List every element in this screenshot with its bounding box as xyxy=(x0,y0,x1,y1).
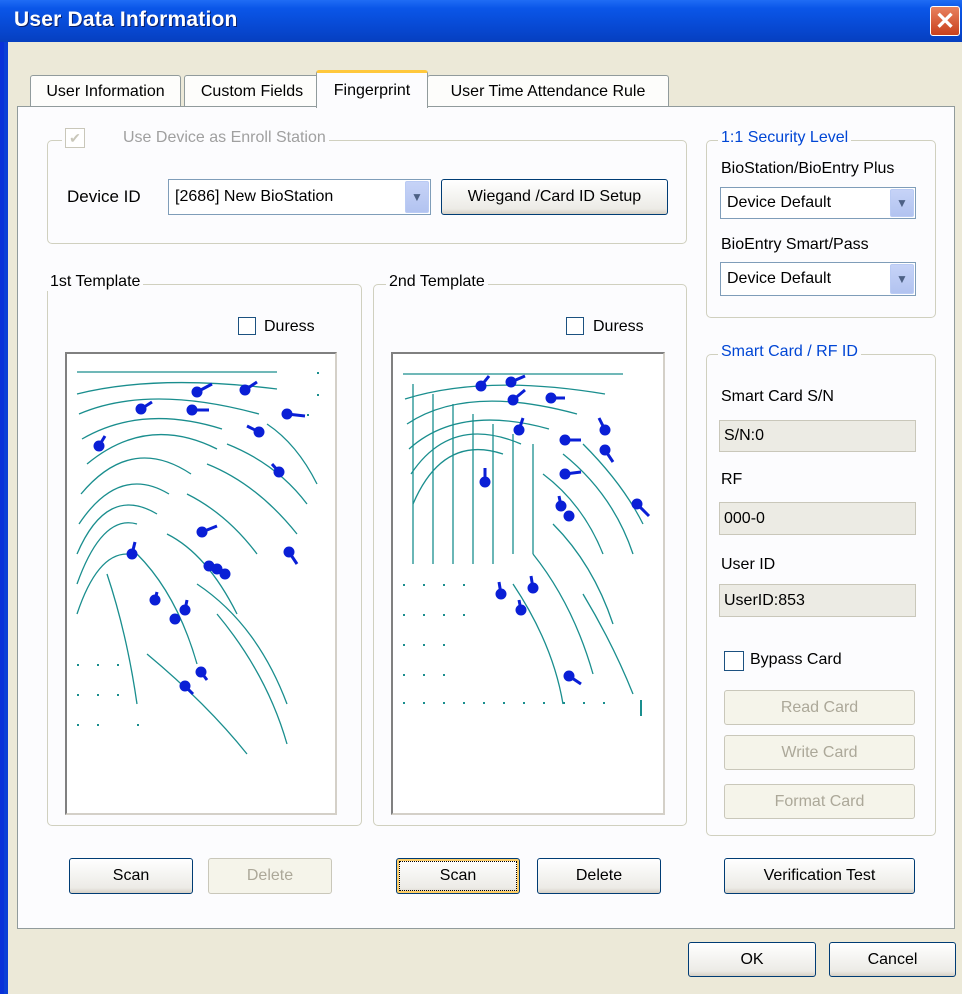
template1-delete-button[interactable]: Delete xyxy=(208,858,332,894)
bioentry-label: BioEntry Smart/Pass xyxy=(721,236,869,253)
template1-legend: 1st Template xyxy=(47,273,144,291)
device-id-select[interactable]: [2686] New BioStation ▼ xyxy=(168,179,431,215)
window-title: User Data Information xyxy=(14,8,238,31)
user-id-field[interactable]: UserID:853 xyxy=(719,584,916,617)
tab-label: Fingerprint xyxy=(333,81,411,99)
write-card-button[interactable]: Write Card xyxy=(724,735,915,770)
close-icon: ✕ xyxy=(934,7,956,35)
template2-fingerprint-image xyxy=(391,352,665,815)
tab-label: Custom Fields xyxy=(200,82,304,100)
template1-scan-button[interactable]: Scan xyxy=(69,858,193,894)
template1-duress-checkbox[interactable] xyxy=(238,317,256,335)
verification-test-button[interactable]: Verification Test xyxy=(724,858,915,894)
chevron-down-icon[interactable]: ▼ xyxy=(890,264,914,294)
read-card-button[interactable]: Read Card xyxy=(724,690,915,725)
smart-card-legend: Smart Card / RF ID xyxy=(718,343,861,361)
template2-duress-label: Duress xyxy=(593,318,644,335)
smart-card-sn-field[interactable]: S/N:0 xyxy=(719,420,916,452)
template2-legend: 2nd Template xyxy=(386,273,488,291)
tab-user-information[interactable]: User Information xyxy=(30,75,181,107)
device-id-label: Device ID xyxy=(67,187,141,206)
biostation-label: BioStation/BioEntry Plus xyxy=(721,160,895,177)
wiegand-card-id-setup-button[interactable]: Wiegand /Card ID Setup xyxy=(441,179,668,215)
bypass-card-checkbox[interactable] xyxy=(724,651,744,671)
template2-delete-button[interactable]: Delete xyxy=(537,858,661,894)
template2-scan-button[interactable]: Scan xyxy=(396,858,520,894)
fingerprint-2-graphic xyxy=(403,373,651,716)
fingerprint-1-graphic xyxy=(76,371,319,755)
chevron-down-icon[interactable]: ▼ xyxy=(890,189,914,217)
chevron-down-icon[interactable]: ▼ xyxy=(405,181,429,213)
bioentry-security-value: Device Default xyxy=(727,270,832,287)
tab-label: User Time Attendance Rule xyxy=(450,82,646,100)
tab-label: User Information xyxy=(46,82,165,100)
template1-duress-label: Duress xyxy=(264,318,315,335)
close-button[interactable]: ✕ xyxy=(930,6,960,36)
format-card-button[interactable]: Format Card xyxy=(724,784,915,819)
tab-fingerprint[interactable]: Fingerprint xyxy=(316,70,428,108)
rf-field[interactable]: 000-0 xyxy=(719,502,916,535)
biostation-security-value: Device Default xyxy=(727,194,832,211)
device-id-value: [2686] New BioStation xyxy=(175,188,334,205)
tab-user-time-attendance-rule[interactable]: User Time Attendance Rule xyxy=(427,75,669,107)
title-bar[interactable]: User Data Information ✕ xyxy=(0,0,962,42)
enroll-station-legend: ✔ Use Device as Enroll Station xyxy=(62,128,329,148)
cancel-button[interactable]: Cancel xyxy=(829,942,956,977)
bypass-card-label: Bypass Card xyxy=(750,651,842,668)
biostation-security-select[interactable]: Device Default ▼ xyxy=(720,187,916,219)
tab-custom-fields[interactable]: Custom Fields xyxy=(184,75,320,107)
smart-card-sn-label: Smart Card S/N xyxy=(721,388,834,405)
bioentry-security-select[interactable]: Device Default ▼ xyxy=(720,262,916,296)
ok-button[interactable]: OK xyxy=(688,942,816,977)
template1-fingerprint-image xyxy=(65,352,337,815)
user-id-label: User ID xyxy=(721,556,776,573)
rf-label: RF xyxy=(721,471,743,488)
enroll-station-checkbox[interactable]: ✔ xyxy=(65,128,85,148)
enroll-station-label: Use Device as Enroll Station xyxy=(123,129,326,146)
security-level-legend: 1:1 Security Level xyxy=(718,129,852,147)
template2-duress-checkbox[interactable] xyxy=(566,317,584,335)
